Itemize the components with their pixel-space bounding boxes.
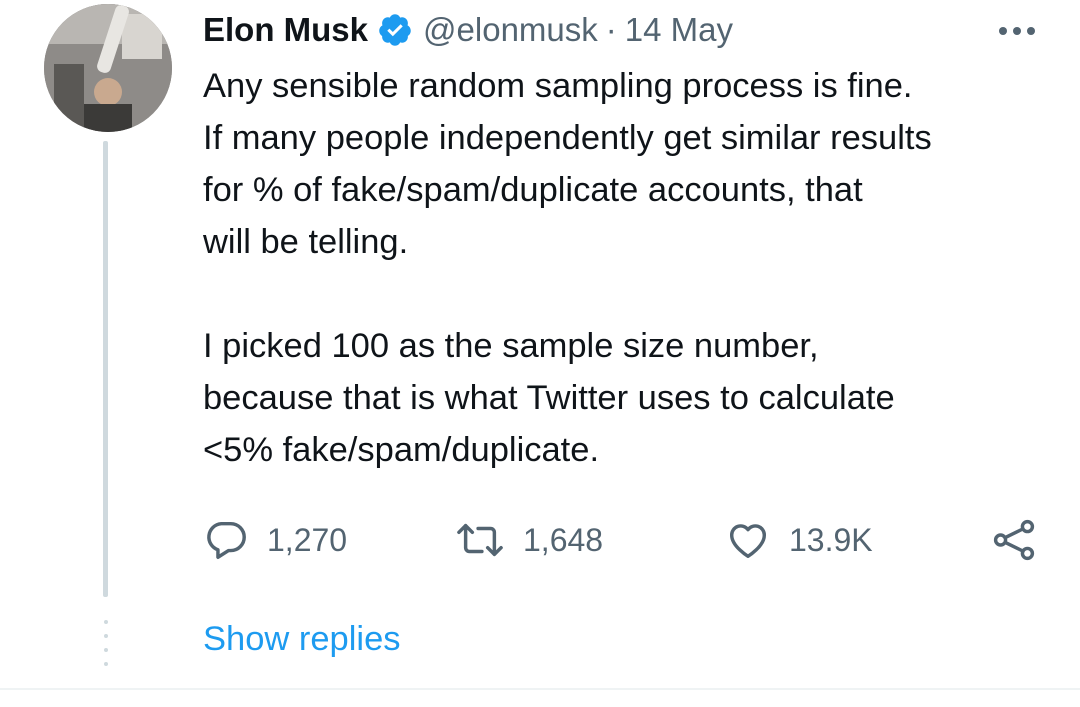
tweet-actions: 1,270 1,648 13.9K	[203, 516, 1043, 564]
tweet[interactable]: Elon Musk @elonmusk · 14 May Any sensibl…	[0, 0, 1080, 707]
tweet-header: Elon Musk @elonmusk · 14 May	[203, 8, 733, 52]
like-icon	[729, 524, 767, 559]
tweet-paragraph: I picked 100 as the sample size number, …	[203, 320, 1063, 476]
more-options-button[interactable]	[995, 16, 1039, 46]
tweet-line: If many people independently get similar…	[203, 119, 932, 157]
tweet-line: for % of fake/spam/duplicate accounts, t…	[203, 171, 863, 209]
thread-line	[103, 141, 108, 597]
avatar-image	[44, 4, 172, 132]
share-icon	[993, 519, 1035, 561]
retweet-count: 1,648	[523, 521, 604, 558]
retweet-icon	[457, 523, 503, 557]
tweet-line: because that is what Twitter uses to cal…	[203, 379, 895, 417]
tweet-line: Any sensible random sampling process is …	[203, 67, 913, 105]
reply-button[interactable]: 1,270	[203, 516, 347, 564]
tweet-line: will be telling.	[203, 223, 409, 261]
retweet-button[interactable]: 1,648	[455, 516, 603, 564]
tweet-date[interactable]: 14 May	[625, 11, 733, 49]
tweet-line: <5% fake/spam/duplicate.	[203, 431, 600, 469]
reply-count: 1,270	[267, 521, 348, 558]
thread-continuation-dots	[104, 620, 108, 668]
reply-icon	[207, 521, 246, 559]
show-replies-link[interactable]: Show replies	[203, 620, 401, 659]
author-name[interactable]: Elon Musk	[203, 11, 368, 49]
share-button[interactable]	[991, 516, 1037, 564]
tweet-text: Any sensible random sampling process is …	[203, 60, 1063, 476]
tweet-paragraph: Any sensible random sampling process is …	[203, 60, 1063, 268]
author-handle[interactable]: @elonmusk	[423, 11, 598, 49]
tweet-line: I picked 100 as the sample size number,	[203, 327, 819, 365]
header-separator: ·	[605, 11, 617, 48]
like-button[interactable]: 13.9K	[725, 516, 873, 564]
like-count: 13.9K	[789, 521, 873, 558]
avatar[interactable]	[44, 4, 172, 132]
more-icon	[999, 27, 1035, 35]
verified-badge-icon	[379, 14, 411, 46]
divider	[0, 688, 1080, 690]
